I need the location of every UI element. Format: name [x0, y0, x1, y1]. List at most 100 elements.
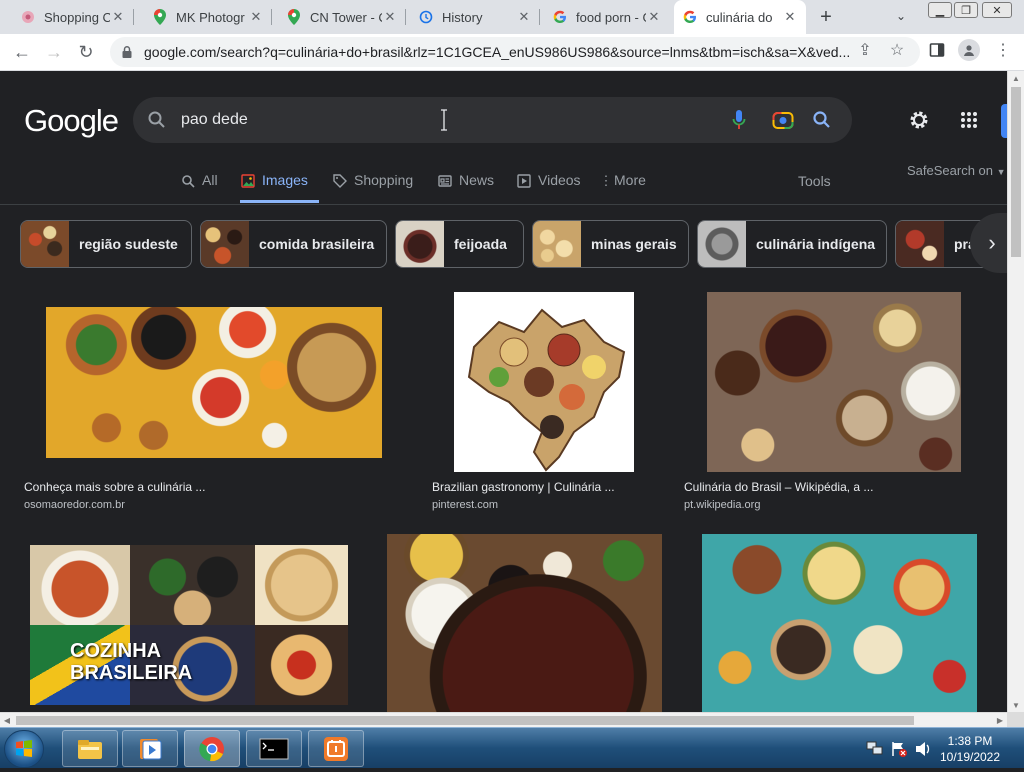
close-icon[interactable]: ✕ — [516, 9, 532, 25]
browser-tab-4[interactable]: History ✕ — [410, 0, 540, 34]
tab-news[interactable]: News — [437, 167, 494, 203]
tools-button[interactable]: Tools — [798, 173, 831, 189]
google-logo[interactable]: Google — [24, 103, 119, 139]
search-box[interactable] — [133, 97, 852, 143]
share-icon[interactable]: ⇪ — [856, 41, 874, 59]
browser-tab-active[interactable]: culinária do ✕ — [674, 0, 806, 34]
search-type-tabs: All Images Shopping News Videos ⋮ More — [0, 167, 1007, 203]
browser-tab-2[interactable]: MK Photogr ✕ — [144, 0, 272, 34]
search-icon — [180, 173, 196, 189]
chip-minas-gerais[interactable]: minas gerais — [532, 220, 689, 268]
chip-feijoada[interactable]: feijoada — [395, 220, 524, 268]
search-submit-icon[interactable] — [810, 108, 834, 132]
network-icon[interactable] — [866, 741, 884, 757]
taskbar-clock[interactable]: 1:38 PM 10/19/2022 — [925, 733, 1015, 765]
chrome-icon[interactable] — [184, 730, 240, 767]
close-icon[interactable]: ✕ — [782, 9, 798, 25]
horizontal-scrollbar[interactable]: ◀ ▶ — [0, 712, 1007, 727]
close-window-button[interactable]: ✕ — [982, 2, 1012, 18]
address-url[interactable]: google.com/search?q=culinária+do+brasil&… — [144, 44, 849, 60]
tab-label: More — [614, 172, 646, 188]
chip-thumbnail — [896, 221, 944, 267]
chip-culinaria-indigena[interactable]: culinária indígena — [697, 220, 887, 268]
history-icon — [418, 9, 434, 25]
profile-avatar-icon[interactable] — [958, 39, 980, 61]
safesearch-label: SafeSearch on — [907, 163, 994, 178]
chip-label: minas gerais — [591, 236, 677, 252]
image-overlay-text: COZINHA BRASILEIRA — [70, 640, 193, 684]
scroll-up-arrow-icon[interactable]: ▲ — [1008, 71, 1024, 85]
browser-menu-icon[interactable]: ⋮ — [994, 41, 1012, 59]
scrollbar-corner — [1007, 712, 1024, 727]
voice-search-mic-icon[interactable] — [727, 108, 751, 132]
tag-icon — [332, 173, 348, 189]
result-image[interactable] — [702, 534, 977, 712]
tab-images[interactable]: Images — [240, 167, 319, 203]
bookmark-star-icon[interactable]: ☆ — [888, 41, 906, 59]
tab-label: Videos — [538, 172, 581, 188]
tab-shopping[interactable]: Shopping — [332, 167, 413, 203]
browser-tab-3[interactable]: CN Tower - C ✕ — [278, 0, 406, 34]
restore-button[interactable]: ❐ — [954, 2, 978, 18]
result-image[interactable] — [46, 307, 382, 458]
action-center-flag-icon[interactable] — [890, 740, 908, 758]
lens-camera-icon[interactable] — [771, 108, 795, 132]
tab-all[interactable]: All — [180, 167, 218, 203]
explorer-icon[interactable] — [62, 730, 118, 767]
settings-gear-icon[interactable] — [907, 108, 931, 132]
chip-comida-brasileira[interactable]: comida brasileira — [200, 220, 387, 268]
safesearch-menu[interactable]: SafeSearch on ▼ — [907, 163, 1006, 178]
close-icon[interactable]: ✕ — [646, 9, 662, 25]
windows-logo-icon — [16, 740, 32, 757]
chip-thumbnail — [21, 221, 69, 267]
result-image[interactable] — [454, 292, 634, 472]
result-source[interactable]: osomaoredor.com.br — [24, 499, 125, 511]
address-bar[interactable]: google.com/search?q=culinária+do+brasil&… — [110, 37, 920, 67]
tab-videos[interactable]: Videos — [516, 167, 581, 203]
result-source[interactable]: pinterest.com — [432, 499, 498, 511]
result-source[interactable]: pt.wikipedia.org — [684, 499, 760, 511]
browser-tab-5[interactable]: food porn - G ✕ — [544, 0, 670, 34]
vertical-scrollbar[interactable]: ▲ ▼ — [1007, 71, 1024, 712]
result-image[interactable] — [387, 534, 662, 712]
media-player-icon[interactable] — [122, 730, 178, 767]
close-icon[interactable]: ✕ — [382, 9, 398, 25]
result-title[interactable]: Brazilian gastronomy | Culinária ... — [432, 480, 615, 494]
browser-tabstrip: Shopping Ca ✕ MK Photogr ✕ CN Tower - C … — [0, 0, 1024, 34]
forward-arrow-icon[interactable]: → — [40, 38, 68, 66]
lock-icon — [122, 46, 132, 58]
terminal-icon[interactable] — [246, 730, 302, 767]
tab-title: food porn - G — [576, 9, 646, 25]
tab-title: MK Photogr — [176, 9, 245, 25]
close-icon[interactable]: ✕ — [248, 9, 264, 25]
google-apps-grid-icon[interactable] — [957, 108, 981, 132]
tab-title: History — [442, 9, 483, 25]
back-arrow-icon[interactable]: ← — [8, 38, 36, 66]
scroll-right-arrow-icon[interactable]: ▶ — [993, 713, 1007, 727]
side-panel-icon[interactable] — [928, 41, 946, 59]
app-icon[interactable] — [308, 730, 364, 767]
result-title[interactable]: Conheça mais sobre a culinária ... — [24, 480, 205, 494]
chip-thumbnail — [698, 221, 746, 267]
start-button[interactable] — [4, 730, 44, 768]
minimize-button[interactable]: ▁ — [928, 2, 952, 18]
result-image[interactable]: COZINHA BRASILEIRA — [30, 545, 348, 705]
chevron-down-icon: ▼ — [996, 167, 1006, 177]
chip-label: feijoada — [454, 236, 507, 252]
result-title[interactable]: Culinária do Brasil – Wikipédia, a ... — [684, 480, 873, 494]
tab-search-chevron-icon[interactable]: ⌄ — [896, 9, 914, 25]
horizontal-scroll-thumb[interactable] — [16, 716, 914, 725]
chip-thumbnail — [396, 221, 444, 267]
tab-more[interactable]: ⋮ More — [600, 167, 646, 203]
clock-time: 1:38 PM — [947, 734, 993, 748]
scroll-down-arrow-icon[interactable]: ▼ — [1008, 698, 1024, 712]
result-image[interactable] — [707, 292, 961, 472]
close-icon[interactable]: ✕ — [110, 9, 126, 25]
vertical-scroll-thumb[interactable] — [1011, 87, 1021, 257]
reload-icon[interactable]: ↻ — [72, 38, 100, 66]
new-tab-button[interactable]: + — [814, 5, 838, 29]
clock-date: 10/19/2022 — [939, 750, 1001, 764]
scroll-left-arrow-icon[interactable]: ◀ — [0, 713, 14, 727]
chip-regiao-sudeste[interactable]: região sudeste — [20, 220, 192, 268]
browser-tab-1[interactable]: Shopping Ca ✕ — [12, 0, 134, 34]
